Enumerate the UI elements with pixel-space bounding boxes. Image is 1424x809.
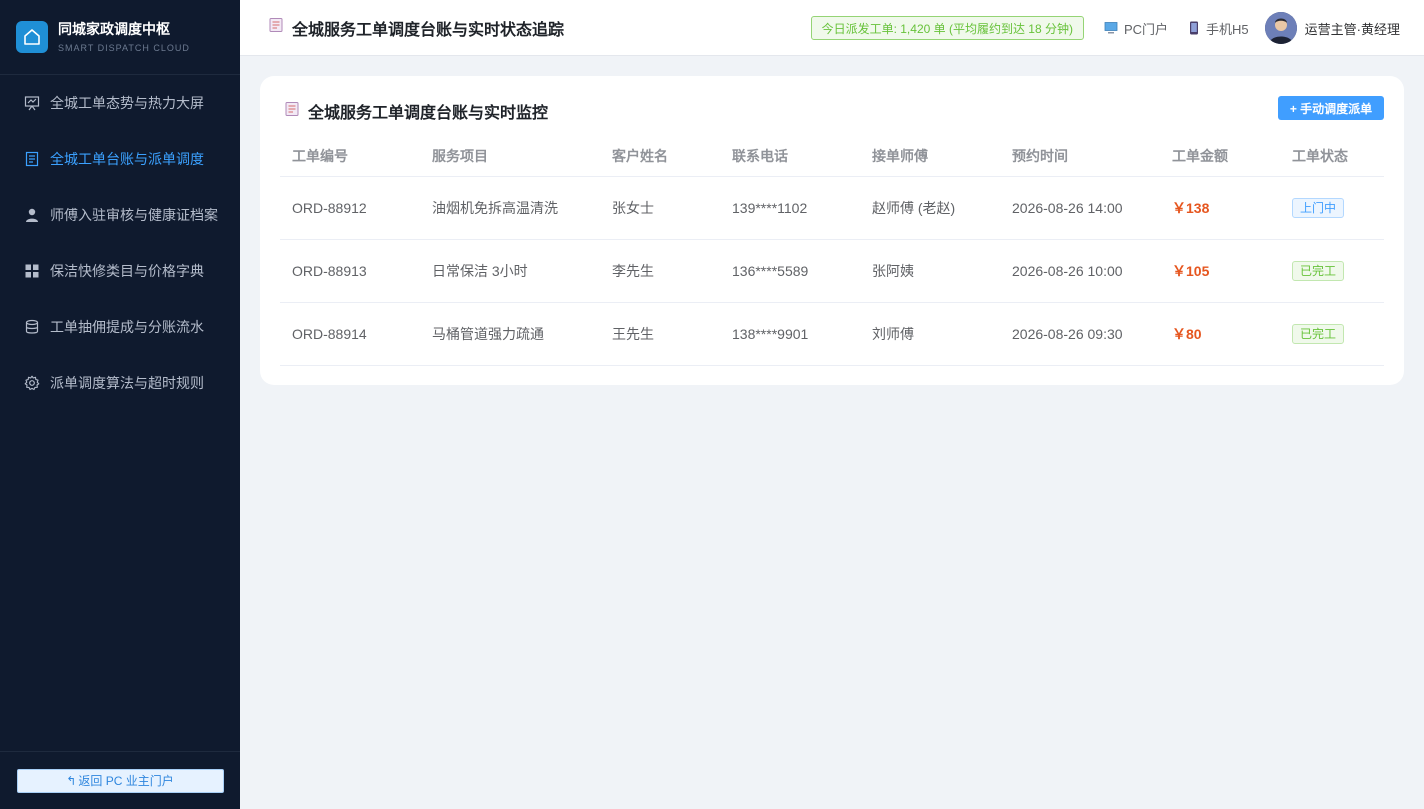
order-table: 工单编号 服务项目 客户姓名 联系电话 接单师傅 预约时间 工单金额 工单状态 …	[280, 136, 1384, 366]
phone-cell: 136****5589	[720, 239, 860, 303]
card-title: 全城服务工单调度台账与实时监控	[308, 105, 549, 122]
amount-cell: ￥80	[1160, 302, 1280, 366]
sidebar-footer: ↰ 返回 PC 业主门户	[0, 751, 240, 809]
sidebar-item-label: 派单调度算法与超时规则	[50, 375, 204, 391]
service-cell: 油烟机免拆高温清洗	[420, 176, 600, 240]
manual-dispatch-button[interactable]: + 手动调度派单	[1278, 96, 1384, 120]
customer-cell: 王先生	[600, 302, 720, 366]
home-icon	[16, 21, 48, 53]
sidebar-item-label: 保洁快修类目与价格字典	[50, 263, 204, 279]
document-icon	[24, 151, 40, 167]
appointment-time-cell: 2026-08-26 10:00	[1000, 239, 1160, 303]
brand-title: 同城家政调度中枢	[58, 21, 170, 37]
status-cell: 已完工	[1280, 239, 1384, 303]
column-header-appointment-time: 预约时间	[1000, 136, 1160, 177]
mobile-h5-link[interactable]: 手机H5	[1188, 19, 1249, 38]
service-cell: 日常保洁 3小时	[420, 239, 600, 303]
column-header-order-id: 工单编号	[280, 136, 420, 177]
table-row[interactable]: ORD-88914 马桶管道强力疏通 王先生 138****9901 刘师傅 2…	[280, 302, 1384, 366]
status-badge: 上门中	[1292, 197, 1345, 218]
column-header-service: 服务项目	[420, 136, 600, 177]
user-menu[interactable]: 运营主管·黄经理	[1264, 12, 1400, 44]
sidebar: 同城家政调度中枢 SMART DISPATCH CLOUD 全城工单态势与热力大…	[0, 0, 240, 809]
presentation-icon	[24, 95, 40, 111]
column-header-worker: 接单师傅	[860, 136, 1000, 177]
ledger-icon	[284, 101, 300, 122]
appointment-time-cell: 2026-08-26 09:30	[1000, 302, 1160, 366]
return-arrow-icon: ↰	[66, 773, 77, 788]
column-header-phone: 联系电话	[720, 136, 860, 177]
sidebar-item-price-dictionary[interactable]: 保洁快修类目与价格字典	[0, 243, 240, 299]
column-header-status: 工单状态	[1280, 136, 1384, 177]
order-id-cell: ORD-88914	[280, 302, 420, 366]
sidebar-item-commission-ledger[interactable]: 工单抽佣提成与分账流水	[0, 299, 240, 355]
user-name: 运营主管·黄经理	[1304, 21, 1400, 37]
phone-cell: 139****1102	[720, 176, 860, 240]
table-row[interactable]: ORD-88913 日常保洁 3小时 李先生 136****5589 张阿姨 2…	[280, 239, 1384, 303]
page-title: 全城服务工单调度台账与实时状态追踪	[292, 21, 565, 39]
back-to-portal-label: 返回 PC 业主门户	[78, 774, 174, 788]
gear-icon	[24, 375, 40, 391]
worker-cell: 刘师傅	[860, 302, 1000, 366]
brand-subtitle: SMART DISPATCH CLOUD	[58, 43, 190, 53]
sidebar-item-order-ledger[interactable]: 全城工单台账与派单调度	[0, 131, 240, 187]
daily-stat-badge: 今日派发工单: 1,420 单 (平均履约到达 18 分钟)	[810, 16, 1084, 40]
sidebar-item-worker-review[interactable]: 师傅入驻审核与健康证档案	[0, 187, 240, 243]
customer-cell: 李先生	[600, 239, 720, 303]
worker-cell: 张阿姨	[860, 239, 1000, 303]
database-icon	[24, 319, 40, 335]
user-icon	[24, 207, 40, 223]
sidebar-item-heatmap-dashboard[interactable]: 全城工单态势与热力大屏	[0, 75, 240, 131]
customer-cell: 张女士	[600, 176, 720, 240]
sidebar-item-dispatch-rules[interactable]: 派单调度算法与超时规则	[0, 355, 240, 411]
sidebar-item-label: 师傅入驻审核与健康证档案	[50, 207, 218, 223]
top-header: 全城服务工单调度台账与实时状态追踪 今日派发工单: 1,420 单 (平均履约到…	[240, 0, 1424, 56]
avatar	[1264, 12, 1297, 44]
column-header-customer: 客户姓名	[600, 136, 720, 177]
status-cell: 已完工	[1280, 302, 1384, 366]
brand: 同城家政调度中枢 SMART DISPATCH CLOUD	[0, 0, 240, 75]
phone-cell: 138****9901	[720, 302, 860, 366]
status-badge: 已完工	[1292, 260, 1345, 281]
table-header-row: 工单编号 服务项目 客户姓名 联系电话 接单师傅 预约时间 工单金额 工单状态	[280, 136, 1384, 177]
order-id-cell: ORD-88913	[280, 239, 420, 303]
ledger-icon	[268, 17, 284, 38]
order-id-cell: ORD-88912	[280, 176, 420, 240]
amount-cell: ￥138	[1160, 176, 1280, 240]
column-header-amount: 工单金额	[1160, 136, 1280, 177]
sidebar-item-label: 全城工单态势与热力大屏	[50, 95, 204, 111]
sidebar-nav: 全城工单态势与热力大屏 全城工单台账与派单调度 师傅入驻审核与健康证档案 保洁快…	[0, 75, 240, 411]
pc-portal-link[interactable]: PC门户	[1104, 19, 1168, 38]
service-cell: 马桶管道强力疏通	[420, 302, 600, 366]
sidebar-item-label: 全城工单台账与派单调度	[50, 151, 204, 167]
amount-cell: ￥105	[1160, 239, 1280, 303]
worker-cell: 赵师傅 (老赵)	[860, 176, 1000, 240]
table-row[interactable]: ORD-88912 油烟机免拆高温清洗 张女士 139****1102 赵师傅 …	[280, 176, 1384, 240]
grid-icon	[24, 263, 40, 279]
sidebar-item-label: 工单抽佣提成与分账流水	[50, 319, 204, 335]
mobile-phone-icon	[1188, 21, 1200, 35]
order-ledger-card: 全城服务工单调度台账与实时监控 + 手动调度派单 工单编号 服务项目 客户姓名 …	[260, 76, 1404, 385]
status-badge: 已完工	[1292, 323, 1345, 344]
computer-icon	[1104, 21, 1118, 35]
appointment-time-cell: 2026-08-26 14:00	[1000, 176, 1160, 240]
pc-portal-label: PC门户	[1123, 21, 1169, 37]
back-to-portal-button[interactable]: ↰ 返回 PC 业主门户	[16, 768, 224, 793]
mobile-h5-label: 手机H5	[1206, 21, 1249, 37]
status-cell: 上门中	[1280, 176, 1384, 240]
